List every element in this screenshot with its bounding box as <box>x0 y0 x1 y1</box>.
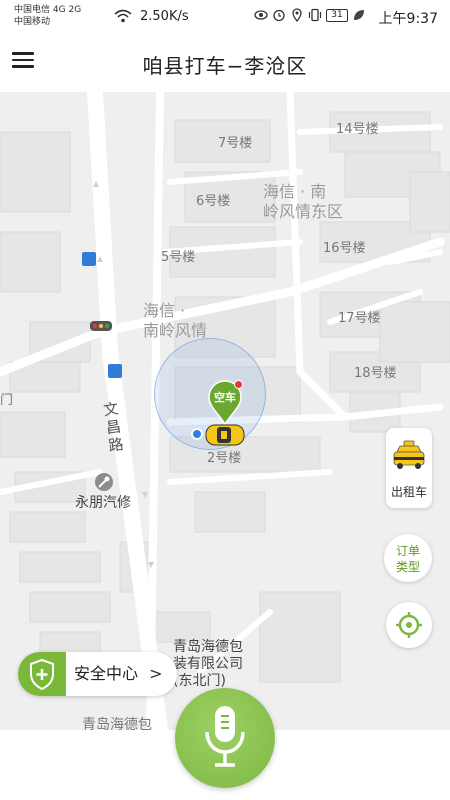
carrier-1: 中国电信 <box>14 5 51 15</box>
screen: 中国电信 4G 2G 中国移动 2.50K/s 31 上午9:37 咱县打车−李… <box>0 0 450 800</box>
battery-icon: 31 <box>326 8 348 22</box>
shield-icon <box>18 652 66 696</box>
microphone-icon <box>205 706 245 767</box>
pin-status-dot <box>234 380 243 389</box>
taxi-type-label: 出租车 <box>390 485 427 499</box>
building-label: 18号楼 <box>354 366 397 381</box>
map-edge-label: 门 <box>0 393 14 408</box>
area-label: 海信 · 南 岭风情东区 <box>263 182 344 221</box>
traffic-light-icon <box>90 321 112 331</box>
safety-center-button[interactable]: 安全中心 > <box>18 652 177 696</box>
taxi-car-icon <box>205 424 245 446</box>
title-bar: 咱县打车−李沧区 <box>0 34 450 92</box>
order-type-button[interactable]: 订单 类型 <box>384 534 432 582</box>
carrier-info: 中国电信 4G 2G 中国移动 <box>14 4 81 28</box>
chevron-right-icon: > <box>149 664 163 683</box>
network-speed: 2.50K/s <box>140 9 189 24</box>
crosshair-icon <box>396 612 422 638</box>
pin-label: 空车 <box>214 391 236 404</box>
safety-center-label: 安全中心 <box>74 664 139 683</box>
location-icon <box>292 8 302 22</box>
taxi-type-button[interactable]: 出租车 <box>386 428 432 508</box>
repair-poi-icon <box>95 473 113 491</box>
page-title: 咱县打车−李沧区 <box>142 54 308 78</box>
order-type-label-2: 类型 <box>395 560 420 574</box>
eye-icon <box>254 10 268 20</box>
microphone-button[interactable] <box>175 688 275 788</box>
poi-name: 永朋汽修 <box>75 495 131 511</box>
order-type-label-1: 订单 <box>395 544 420 558</box>
status-bar: 中国电信 4G 2G 中国移动 2.50K/s 31 上午9:37 <box>0 0 450 34</box>
network-type-1: 4G <box>52 5 66 15</box>
my-location-dot <box>191 428 203 440</box>
leaf-icon <box>354 10 364 20</box>
network-type-2: 2G <box>68 5 82 15</box>
building-label: 7号楼 <box>218 136 253 151</box>
clock: 上午9:37 <box>378 11 438 27</box>
poi-name: 青岛海德包 装有限公司 (东北门) <box>173 639 243 689</box>
wifi-icon <box>114 9 132 23</box>
bus-stop-icon <box>82 252 96 266</box>
poi-name: 青岛海德包 <box>82 717 152 730</box>
alarm-icon <box>273 9 285 22</box>
status-icons: 31 <box>254 8 366 22</box>
building-label: 14号楼 <box>336 122 379 137</box>
building-label: 6号楼 <box>196 194 231 209</box>
vibrate-icon <box>308 8 322 22</box>
carrier-2: 中国移动 <box>14 17 51 27</box>
building-label: 16号楼 <box>323 241 366 256</box>
area-label: 海信 · 南岭风情 <box>143 301 208 340</box>
building-label: 5号楼 <box>161 250 196 265</box>
building-label: 17号楼 <box>338 311 381 326</box>
taxi-icon <box>393 440 425 469</box>
locate-button[interactable] <box>386 602 432 648</box>
bus-stop-icon <box>108 364 122 378</box>
